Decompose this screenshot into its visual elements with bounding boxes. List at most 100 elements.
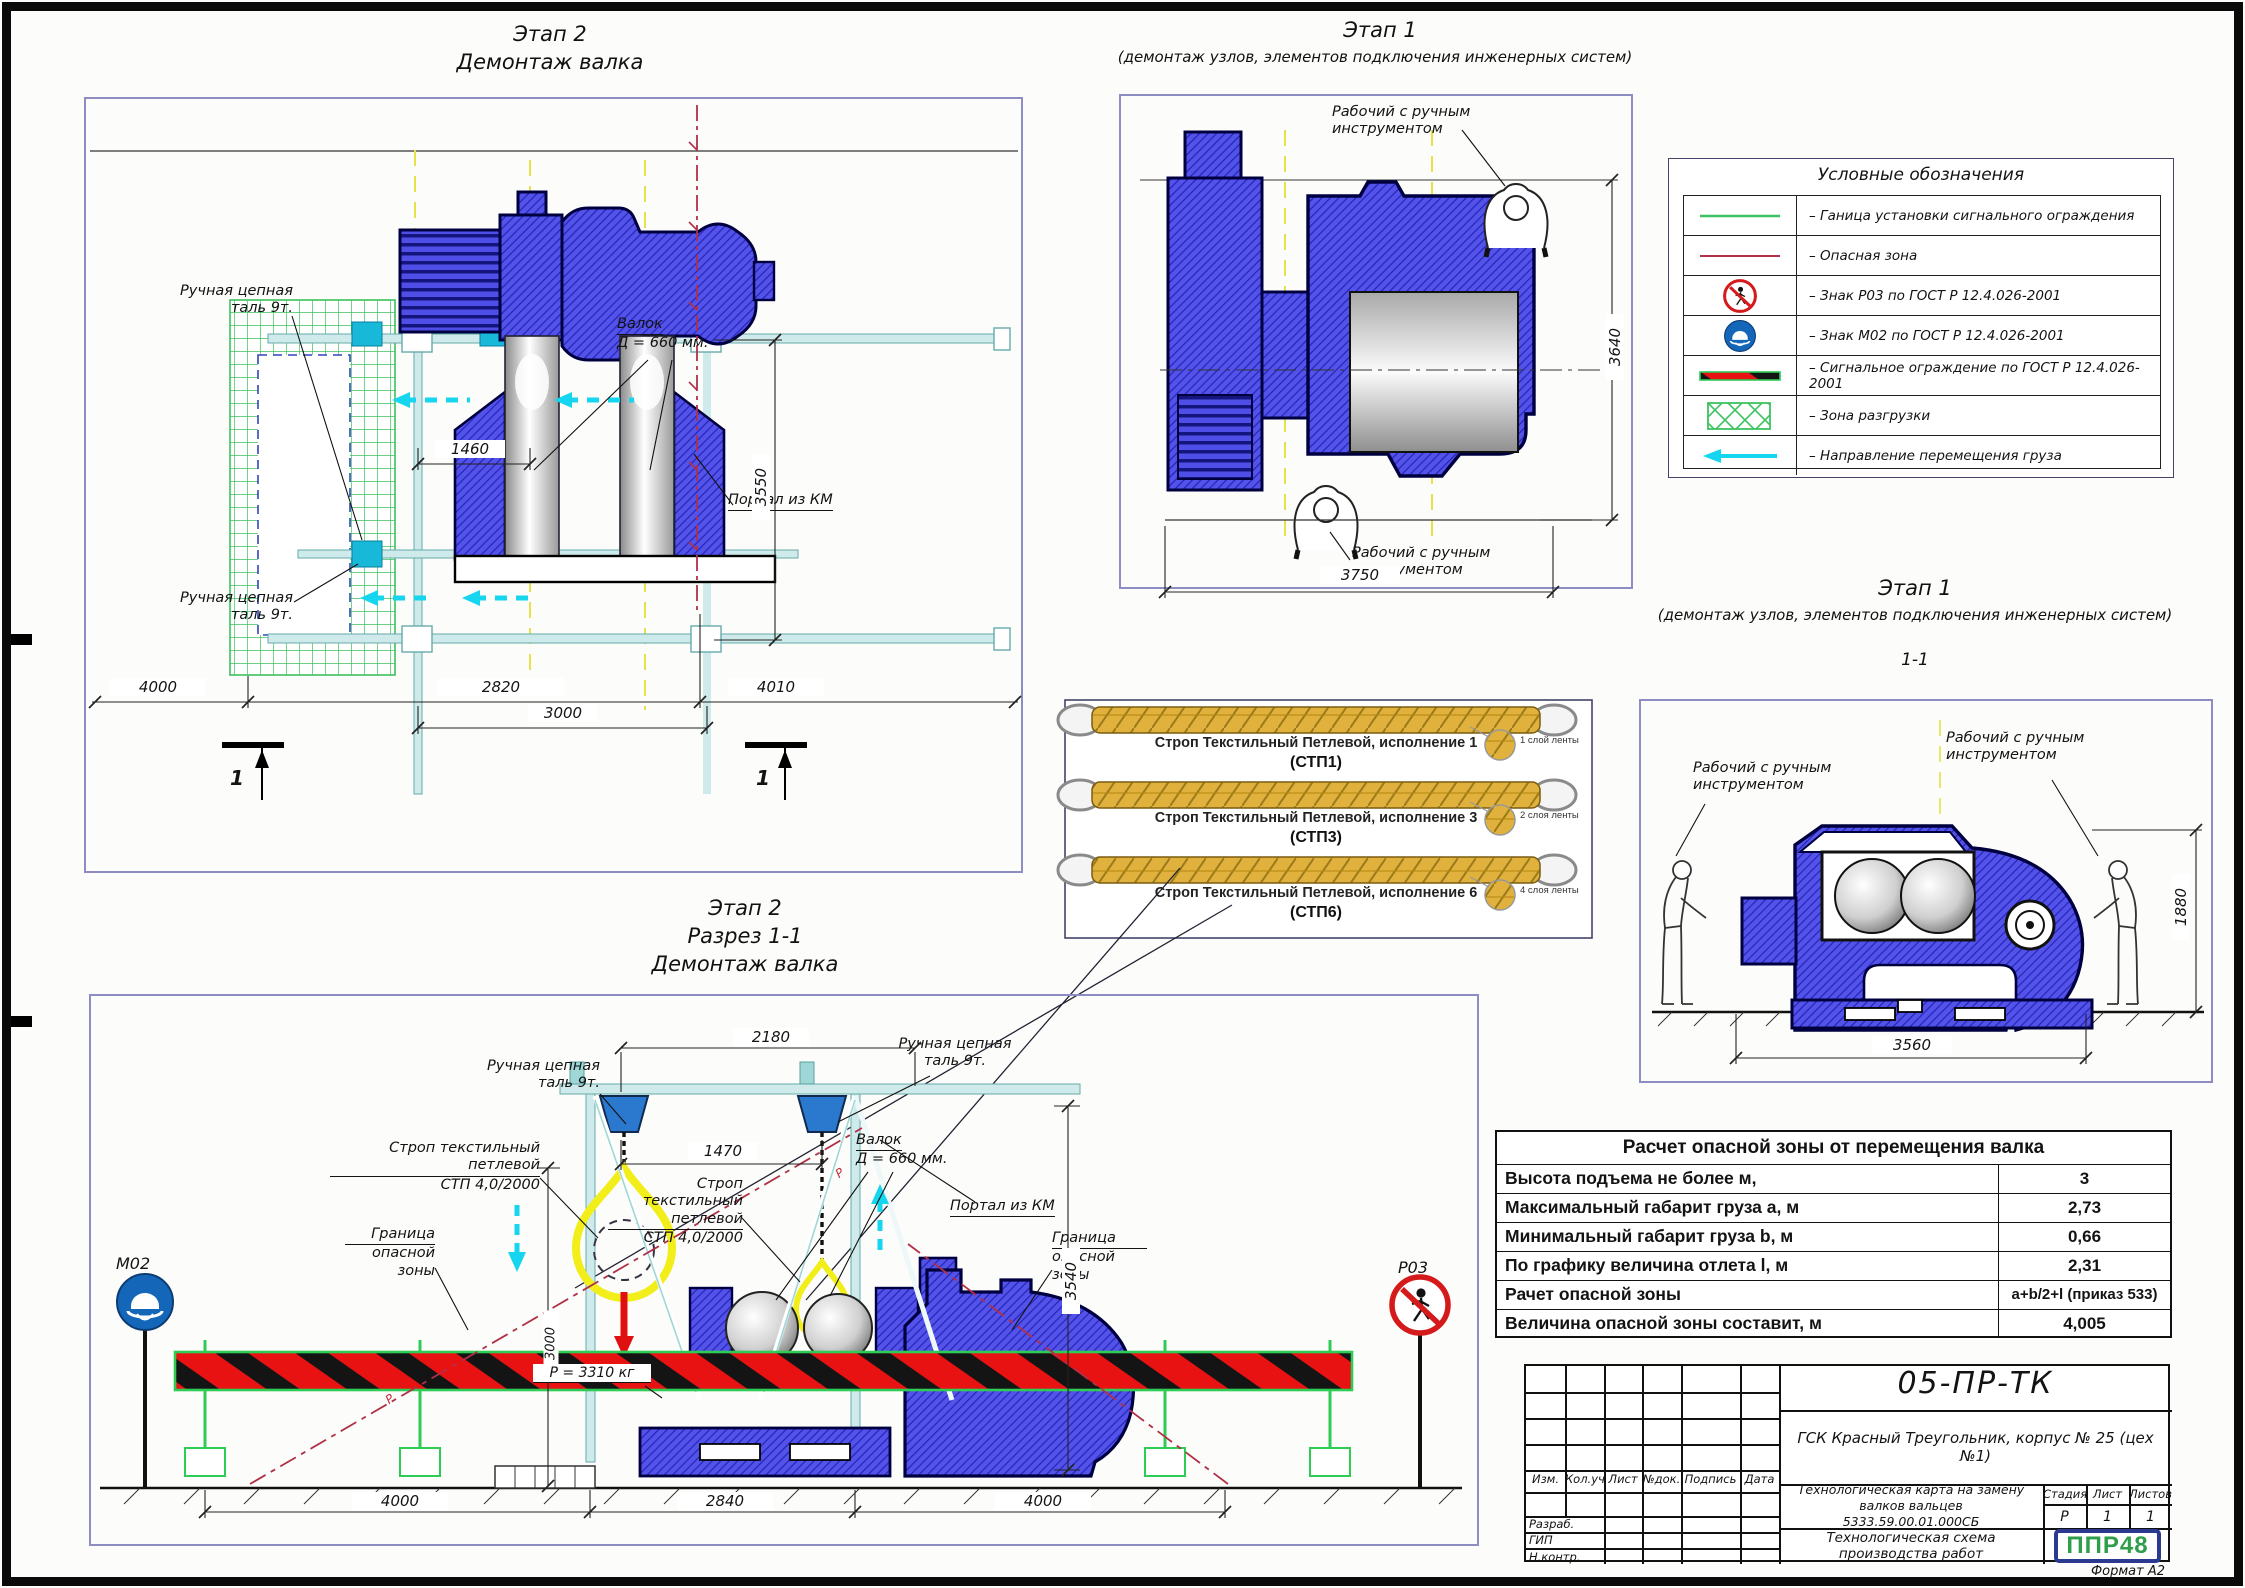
- legend-text: – Зона разгрузки: [1797, 408, 1930, 424]
- load-arrow: [614, 1292, 634, 1358]
- label-sling: Строп текстильный петлевой СТП 4,0/2000: [330, 1140, 540, 1194]
- dim-4000: 4000: [995, 1492, 1091, 1510]
- hazard-table-title: Расчет опасной зоны от перемещения валка: [1497, 1132, 2170, 1164]
- section-mark-1: 1: [756, 766, 770, 790]
- label-load-weight: Р = 3310 кг: [533, 1364, 651, 1383]
- label-sling-1: Строп текстильный петлевой: [608, 1176, 743, 1230]
- worker-figure: [1485, 184, 1548, 257]
- dim-3000: 3000: [528, 704, 598, 722]
- label-m02: М02: [116, 1254, 176, 1273]
- section-marks: [222, 742, 807, 800]
- green-line-icon: [1684, 196, 1797, 235]
- legend-text: – Ганица установки сигнального ограждени…: [1797, 208, 2134, 224]
- view-title-stage1-side-1: Этап 1: [1665, 576, 2165, 600]
- label-hoist: Ручная цепная таль 9т.: [452, 1058, 600, 1093]
- sign-m02: [117, 1274, 173, 1488]
- stamp-role-nkontr: Н.контр.: [1529, 1550, 1601, 1564]
- row-value: 2,31: [1998, 1252, 2170, 1280]
- dim-1470: 1470: [688, 1142, 758, 1160]
- label-p03: Р03: [1398, 1258, 1458, 1277]
- stamp-col-izm: Изм.: [1526, 1472, 1565, 1486]
- label-sling-2: СТП 4,0/2000: [608, 1230, 743, 1247]
- sling-code-3: (СТП6): [1136, 904, 1496, 922]
- row-value: 0,66: [1998, 1223, 2170, 1251]
- row-label: Высота подъема не более м,: [1497, 1165, 1998, 1193]
- label-boundary-1: Граница: [345, 1226, 435, 1245]
- drawing-sheet: Этап 2 Демонтаж валка Ручная цепная таль…: [0, 0, 2245, 1588]
- legend-row: – Знак Р03 по ГОСТ Р 12.4.026-2001: [1684, 276, 2160, 316]
- label-sling-1: Строп текстильный петлевой: [330, 1140, 540, 1177]
- sign-p03-icon: [1684, 276, 1797, 315]
- worker-figure: [2094, 861, 2138, 1004]
- legend-row: – Знак М02 по ГОСТ Р 12.4.026-2001: [1684, 316, 2160, 356]
- label-sling: Строп текстильный петлевой СТП 4,0/2000: [608, 1176, 743, 1248]
- row-label: Величина опасной зоны составит, м: [1497, 1310, 1998, 1338]
- stamp-stage-val: Р: [2043, 1509, 2086, 1525]
- red-line-icon: [1684, 236, 1797, 275]
- table-row: Величина опасной зоны составит, м 4,005: [1497, 1309, 2170, 1338]
- sling-code-1: (СТП1): [1136, 754, 1496, 772]
- dim-3550: 3550: [752, 454, 770, 520]
- label-roll: Валок Д = 660 мм.: [856, 1132, 976, 1169]
- stamp-role-gip: ГИП: [1529, 1533, 1601, 1547]
- stage1-machine: [1168, 132, 1534, 490]
- label-sling-2: СТП 4,0/2000: [330, 1177, 540, 1194]
- stamp-stage-col: Стадия: [2043, 1487, 2086, 1501]
- label-hoist: Ручная цепная таль 9т.: [896, 1036, 1014, 1071]
- worker-figure: [1662, 861, 1706, 1004]
- dim-3750: 3750: [1320, 566, 1400, 584]
- legend-text: – Знак М02 по ГОСТ Р 12.4.026-2001: [1797, 328, 2065, 344]
- dim-3560: 3560: [1872, 1036, 1952, 1054]
- legend-text: – Опасная зона: [1797, 248, 1917, 264]
- document-name: Технологическая карта на замену валков в…: [1779, 1484, 2043, 1528]
- sling-layers-1: 1 слой ленты: [1520, 736, 1584, 746]
- stage2-section-view: [90, 995, 1478, 1545]
- legend-table: – Ганица установки сигнального ограждени…: [1683, 195, 2161, 469]
- label-portal: Портал из КМ: [950, 1198, 1060, 1217]
- label-roll-name: Валок: [617, 316, 663, 335]
- legend-row: – Направление перемещения груза: [1684, 436, 2160, 475]
- label-roll-dia: Д = 660 мм.: [617, 335, 747, 352]
- row-value: 4,005: [1998, 1310, 2170, 1338]
- sign-p03: [1392, 1277, 1448, 1488]
- row-label: Максимальный габарит груза a, м: [1497, 1194, 1998, 1222]
- label-portal-text: Портал из КМ: [728, 492, 833, 511]
- dim-2840: 2840: [677, 1492, 773, 1510]
- stamp-list-val: 1: [2086, 1509, 2129, 1525]
- sling-code-2: (СТП3): [1136, 829, 1496, 847]
- view-title-stage1-plan-1: Этап 1: [1130, 18, 1630, 42]
- stamp-col-ndok: №док.: [1642, 1472, 1681, 1486]
- legend-panel: Условные обозначения – Ганица установки …: [1668, 158, 2174, 478]
- label-roll-dia: Д = 660 мм.: [856, 1151, 976, 1168]
- dim-2180: 2180: [733, 1028, 809, 1046]
- legend-row: – Опасная зона: [1684, 236, 2160, 276]
- format-note: Формат А2: [2040, 1564, 2165, 1579]
- table-row: Высота подъема не более м, 3: [1497, 1164, 2170, 1193]
- row-label: По графику величина отлета l, м: [1497, 1252, 1998, 1280]
- signal-fence-icon: [1684, 356, 1797, 395]
- view-title-stage2-section-1: Этап 2: [595, 896, 895, 920]
- row-value: a+b/2+l (приказ 533): [1998, 1281, 2170, 1309]
- cyan-arrow-icon: [1684, 436, 1797, 475]
- label-roll-name: Валок: [856, 1132, 902, 1151]
- row-label: Рачет опасной зоны: [1497, 1281, 1998, 1309]
- dim-2820: 2820: [438, 678, 564, 696]
- section-ref-1-1: 1-1: [1880, 650, 1950, 670]
- stamp-col-list: Лист: [1604, 1472, 1642, 1486]
- sling-layers-2: 2 слоя ленты: [1520, 811, 1584, 821]
- stage2-plan-view: [85, 98, 1022, 872]
- view-title-stage1-side-2: (демонтаж узлов, элементов подключения и…: [1635, 606, 2195, 624]
- dim-4000: 4000: [352, 1492, 448, 1510]
- view-title-stage2-section-2: Разрез 1-1: [595, 924, 895, 948]
- document-code: 05-ПР-ТК: [1779, 1366, 2172, 1410]
- legend-text: – Знак Р03 по ГОСТ Р 12.4.026-2001: [1797, 288, 2061, 304]
- row-value: 3: [1998, 1165, 2170, 1193]
- label-roll: Валок Д = 660 мм.: [617, 316, 747, 353]
- label-worker: Рабочий с ручным инструментом: [1332, 104, 1472, 139]
- document-name-1: Технологическая карта на замену валков в…: [1779, 1482, 2043, 1515]
- legend-row: – Сигнальное ограждение по ГОСТ Р 12.4.0…: [1684, 356, 2160, 396]
- worker-figure: [1295, 486, 1358, 559]
- view-title-stage2-section-3: Демонтаж валка: [595, 952, 895, 976]
- dim-3540: 3540: [1062, 1248, 1080, 1314]
- legend-title: Условные обозначения: [1669, 165, 2173, 185]
